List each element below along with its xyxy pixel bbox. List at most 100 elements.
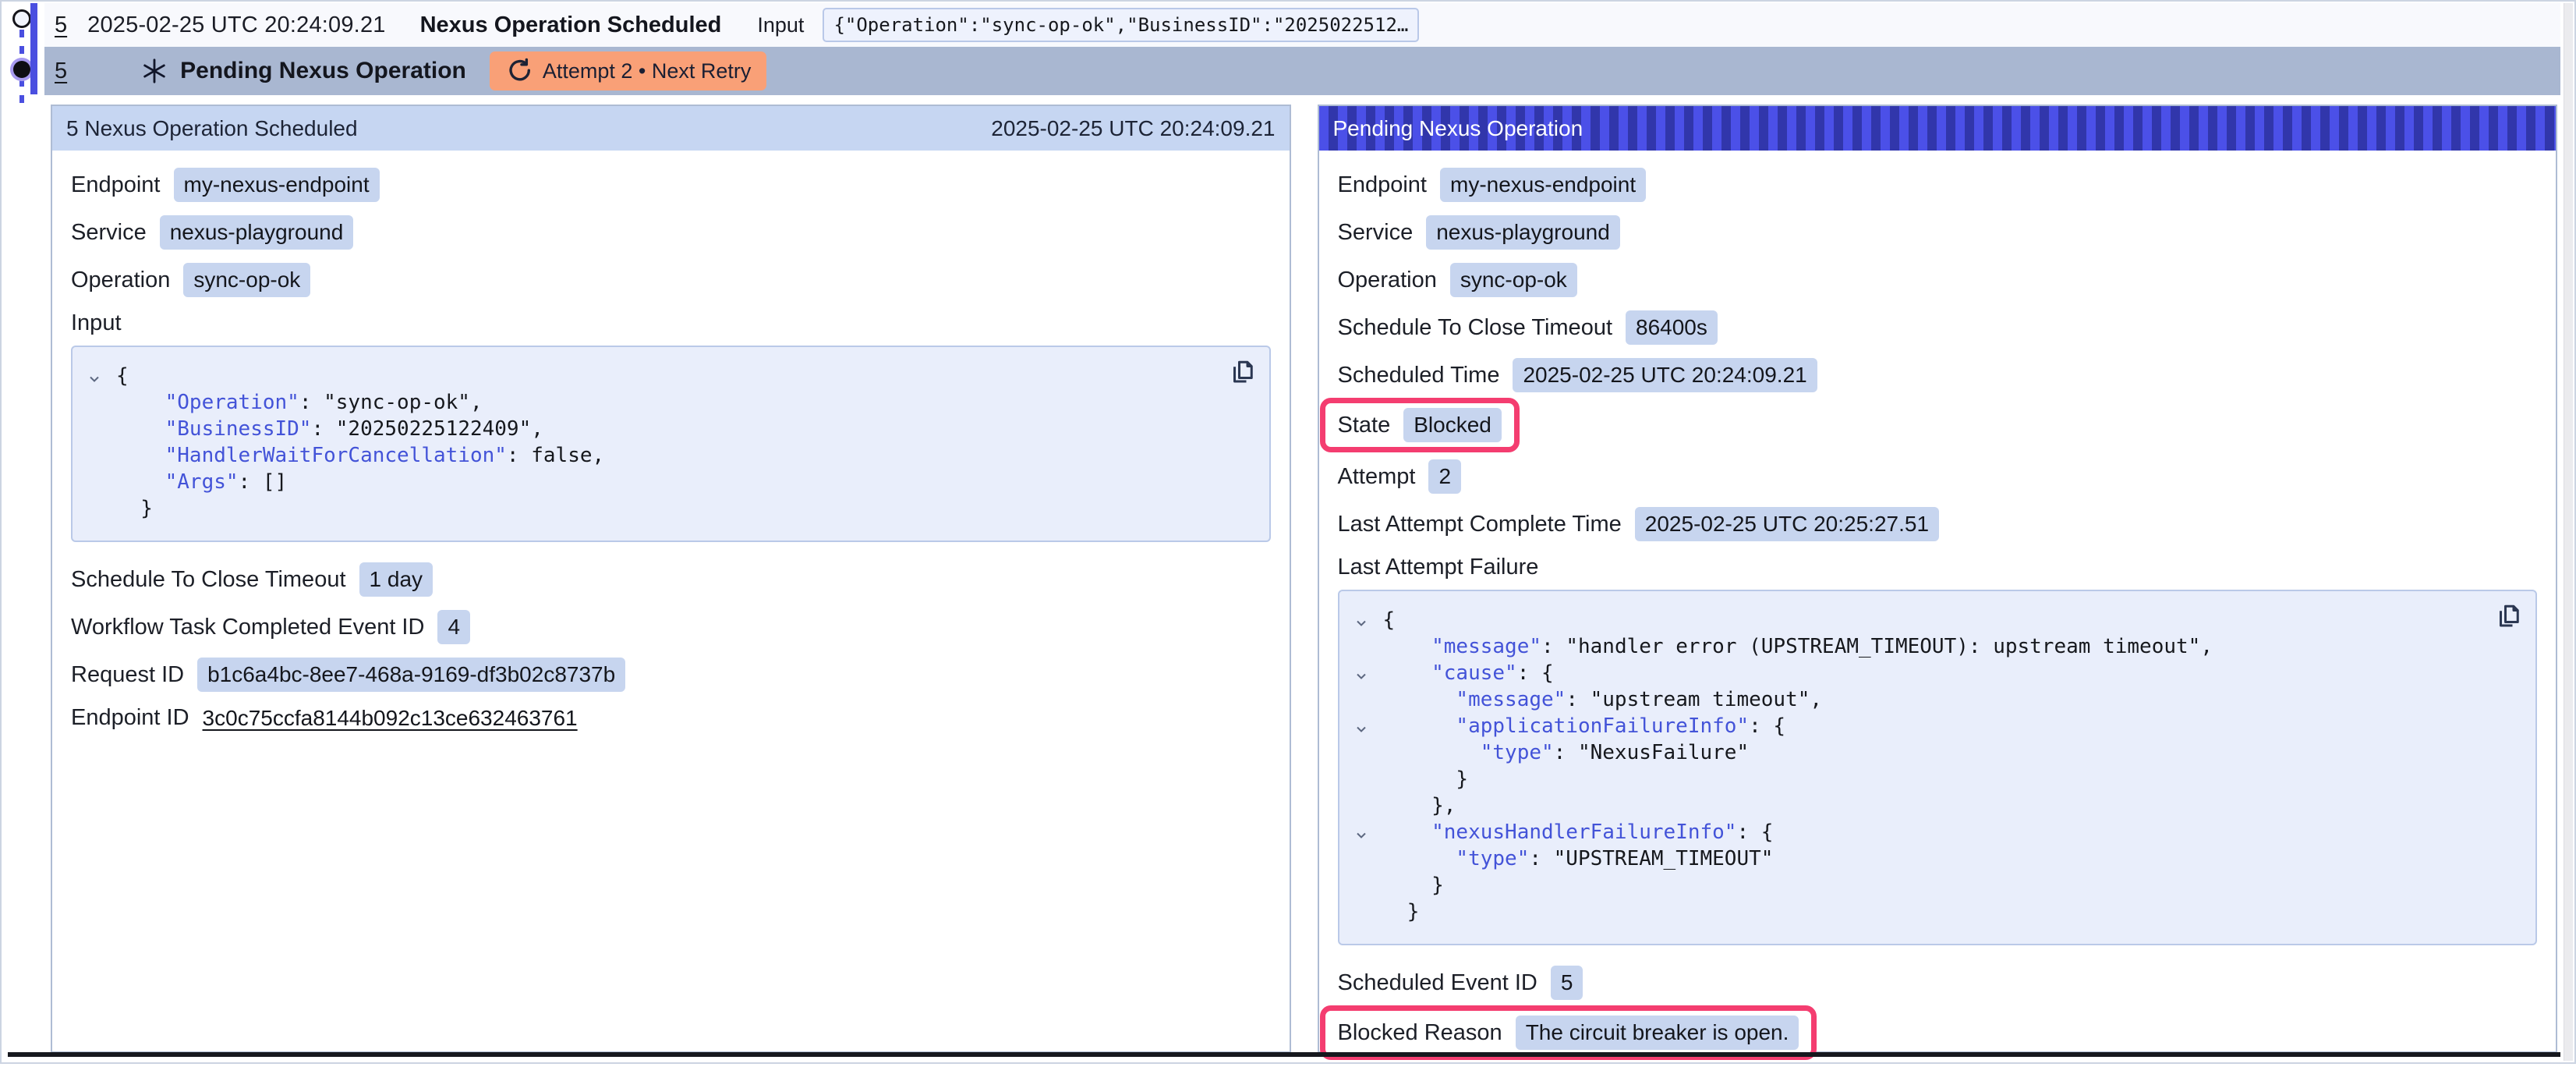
field-row: Schedule To Close Timeout 1 day — [71, 562, 1271, 597]
json-text: : — [1541, 635, 1566, 658]
field-row: Operationsync-op-ok — [71, 263, 1271, 297]
field-row-inner: Attempt 2 — [1338, 459, 1462, 494]
json-text: "NexusFailure" — [1578, 741, 1749, 764]
field-row: Request IDb1c6a4bc-8ee7-468a-9169-df3b02… — [71, 658, 1271, 692]
event-id-link[interactable]: 5 — [55, 12, 67, 38]
event-row-pending-nexus-operation[interactable]: 5 Pending Nexus Operation Attempt 2 • Ne… — [44, 47, 2560, 95]
field-value-badge: 86400s — [1626, 310, 1718, 345]
field-value-badge: 5 — [1551, 966, 1583, 1000]
event-id-link[interactable]: 5 — [55, 58, 67, 84]
json-text — [116, 470, 165, 494]
field-label: Service — [71, 220, 147, 246]
field-label: Scheduled Event ID — [1338, 970, 1537, 996]
event-row-nexus-operation-scheduled[interactable]: 5 2025-02-25 UTC 20:24:09.21 Nexus Opera… — [44, 3, 2560, 47]
field-value-badge: 2 — [1428, 459, 1461, 494]
field-list: Endpoint my-nexus-endpoint Servicenexus-pl… — [1338, 168, 2538, 541]
field-row: Attempt 2 — [1338, 459, 2538, 494]
json-text: , — [470, 391, 483, 414]
json-text: } — [1383, 900, 1420, 923]
field-label: Operation — [1338, 268, 1437, 293]
json-text: } — [116, 497, 153, 520]
field-label: Endpoint — [71, 172, 161, 198]
json-text: : — [1566, 688, 1590, 711]
retry-icon — [505, 58, 532, 84]
code-line: } — [80, 495, 1254, 522]
json-text: , — [531, 417, 543, 441]
json-text: } — [1383, 767, 1469, 791]
field-label: State — [1338, 413, 1391, 438]
failure-section-label: Last Attempt Failure — [1338, 555, 2538, 580]
field-label: Last Attempt Complete Time — [1338, 512, 1622, 537]
field-value-badge: 4 — [437, 610, 470, 644]
json-text: : — [507, 444, 531, 467]
json-text — [116, 417, 165, 441]
event-title: Nexus Operation Scheduled — [420, 12, 722, 38]
json-text — [1383, 635, 1432, 658]
json-text: false — [531, 444, 592, 467]
field-row-inner: Schedule To Close Timeout86400s — [1338, 310, 1718, 345]
json-text: : — [299, 391, 324, 414]
json-text — [1383, 821, 1432, 844]
field-row: Blocked Reason The circuit breaker is ope… — [1338, 1013, 2538, 1054]
json-key: "message" — [1456, 688, 1566, 711]
json-text: }, — [1383, 794, 1456, 817]
json-key: "type" — [1456, 847, 1529, 870]
code-line: { — [1347, 607, 2521, 633]
group-bottom-border — [8, 1052, 2560, 1057]
highlighted-field-row: State Blocked — [1320, 398, 1520, 452]
json-text — [1383, 847, 1456, 870]
json-text — [116, 444, 165, 467]
pending-asterisk-icon — [141, 58, 168, 84]
json-text: : — [1529, 847, 1553, 870]
timeline-node-open-icon[interactable] — [12, 9, 31, 28]
field-value-link[interactable]: 3c0c75ccfa8144b092c13ce632463761 — [203, 706, 578, 731]
field-row-inner: Operationsync-op-ok — [71, 263, 310, 297]
field-value-badge: nexus-playground — [1426, 215, 1620, 250]
json-text: : — [311, 417, 335, 441]
json-text: : — [239, 470, 263, 494]
json-text: , — [2200, 635, 2213, 658]
field-value-badge: Blocked — [1403, 408, 1502, 442]
event-detail-panels: 5 Nexus Operation Scheduled 2025-02-25 U… — [51, 105, 2557, 1053]
field-value-badge: The circuit breaker is open. — [1516, 1016, 1799, 1050]
field-label: Workflow Task Completed Event ID — [71, 615, 424, 640]
scheduled-panel-header: 5 Nexus Operation Scheduled 2025-02-25 U… — [52, 106, 1290, 151]
field-value-badge: my-nexus-endpoint — [1440, 168, 1646, 202]
field-label: Blocked Reason — [1338, 1020, 1502, 1046]
code-line: "nexusHandlerFailureInfo": { — [1347, 819, 2521, 845]
field-row-inner: Endpoint my-nexus-endpoint — [71, 168, 380, 202]
event-input-label: Input — [757, 13, 804, 37]
event-detail-panel-pending: Pending Nexus Operation Endpointmy-nexus… — [1318, 105, 2558, 1053]
code-line: "BusinessID": "20250225122409", — [80, 416, 1254, 442]
code-line: "HandlerWaitForCancellation": false, — [80, 442, 1254, 469]
field-label: Endpoint — [1338, 172, 1428, 198]
json-text: [] — [263, 470, 287, 494]
retry-status-badge: Attempt 2 • Next Retry — [490, 51, 767, 90]
code-line: } — [1347, 872, 2521, 899]
failure-json-viewer: { "message": "handler error (UPSTREAM_TI… — [1338, 590, 2538, 945]
json-text: : { — [1517, 661, 1554, 685]
field-label: Operation — [71, 268, 170, 293]
scheduled-panel-title: 5 Nexus Operation Scheduled — [66, 116, 358, 141]
field-value-badge: my-nexus-endpoint — [174, 168, 380, 202]
json-text: , — [593, 444, 605, 467]
field-row: Servicenexus-playground — [1338, 215, 2538, 250]
json-key: "BusinessID" — [165, 417, 312, 441]
json-code: { "message": "handler error (UPSTREAM_TI… — [1347, 607, 2521, 925]
json-text — [116, 391, 165, 414]
field-row-inner: Last Attempt Complete Time2025-02-25 UTC… — [1338, 507, 1940, 541]
event-detail-panel-scheduled: 5 Nexus Operation Scheduled 2025-02-25 U… — [51, 105, 1291, 1053]
field-row: Schedule To Close Timeout86400s — [1338, 310, 2538, 345]
json-key: "applicationFailureInfo" — [1456, 714, 1749, 738]
scrollbar[interactable] — [2564, 3, 2573, 1061]
field-label: Attempt — [1338, 464, 1416, 490]
field-label: Schedule To Close Timeout — [71, 567, 346, 593]
field-value-badge: 1 day — [359, 562, 433, 597]
field-row-inner: Request IDb1c6a4bc-8ee7-468a-9169-df3b02… — [71, 658, 625, 692]
code-line: } — [1347, 899, 2521, 925]
field-row-inner: Operationsync-op-ok — [1338, 263, 1577, 297]
json-key: "Operation" — [165, 391, 299, 414]
json-text: , — [1810, 688, 1822, 711]
timeline-node-current-icon[interactable] — [13, 61, 30, 78]
field-label: Scheduled Time — [1338, 363, 1500, 388]
